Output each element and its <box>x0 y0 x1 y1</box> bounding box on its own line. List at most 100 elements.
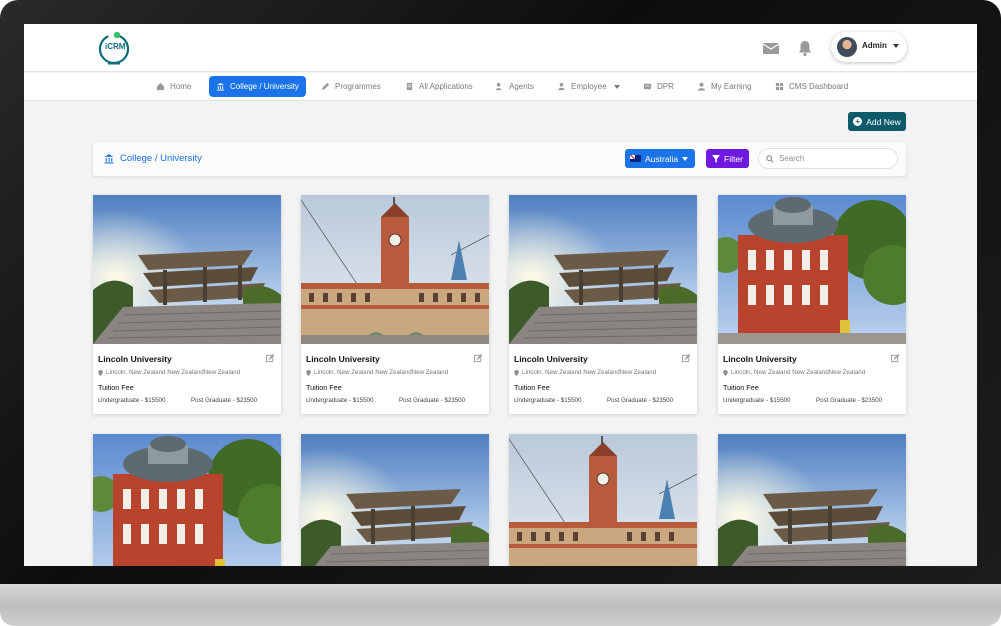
clock-tower-image <box>509 434 697 566</box>
edit-icon[interactable] <box>474 354 483 363</box>
university-location: Lincoln, New Zealand New ZealandNew Zeal… <box>306 369 448 376</box>
undergraduate-fee: Undergraduate - $15500 <box>98 397 166 404</box>
app-screen: iCRM Admin Home College / University Pro… <box>24 24 977 566</box>
nav-item-label: CMS Dashboard <box>789 82 849 91</box>
pen-icon <box>321 82 330 91</box>
user-name: Admin <box>862 41 887 50</box>
country-label: Australia <box>645 153 679 164</box>
tuition-fee-label: Tuition Fee <box>514 383 550 392</box>
location-pin-icon <box>514 369 519 376</box>
chevron-down-icon <box>893 44 899 48</box>
nav-item-dpr[interactable]: DPR <box>636 76 681 97</box>
dashboard-icon <box>775 82 784 91</box>
search-icon <box>766 154 774 163</box>
nav-item-label: Programmes <box>335 82 381 91</box>
location-text: Lincoln, New Zealand New ZealandNew Zeal… <box>522 369 657 376</box>
nav-item-college-university[interactable]: College / University <box>209 76 306 97</box>
avatar <box>837 37 857 57</box>
add-new-label: Add New <box>866 116 901 127</box>
page-title: College / University <box>103 153 202 164</box>
nav-item-label: Home <box>170 82 192 91</box>
red-theatre-image <box>718 195 906 344</box>
nav-item-my-earning[interactable]: My Earning <box>690 76 758 97</box>
university-card[interactable] <box>718 434 906 566</box>
agent-icon <box>495 82 502 91</box>
location-pin-icon <box>98 369 103 376</box>
search-box[interactable] <box>759 149 897 168</box>
university-card[interactable]: Lincoln University Lincoln, New Zealand … <box>509 195 697 414</box>
user-icon <box>697 82 706 91</box>
logo-text: iCRM <box>105 42 126 51</box>
chevron-down-icon <box>613 84 620 89</box>
card-body: Lincoln University Lincoln, New Zealand … <box>301 344 489 414</box>
list-toolbar: College / University Australia Filter <box>93 142 906 176</box>
postgraduate-fee: Post Graduate - $23500 <box>816 397 883 404</box>
university-name[interactable]: Lincoln University <box>306 354 380 364</box>
search-input[interactable] <box>779 154 889 163</box>
filter-label: Filter <box>724 153 743 164</box>
edit-icon[interactable] <box>682 354 691 363</box>
undergraduate-fee: Undergraduate - $15500 <box>514 397 582 404</box>
red-theatre-image <box>93 434 281 566</box>
nav-item-label: DPR <box>657 82 674 91</box>
university-card[interactable]: Lincoln University Lincoln, New Zealand … <box>718 195 906 414</box>
plus-icon: + <box>853 117 863 126</box>
university-name[interactable]: Lincoln University <box>98 354 172 364</box>
tuition-fee-label: Tuition Fee <box>98 383 134 392</box>
undergraduate-fee: Undergraduate - $15500 <box>306 397 374 404</box>
australia-flag-icon <box>630 155 641 162</box>
university-card[interactable]: Lincoln University Lincoln, New Zealand … <box>93 195 281 414</box>
document-icon <box>406 82 413 91</box>
card-body: Lincoln University Lincoln, New Zealand … <box>93 344 281 414</box>
clock-tower-image <box>301 195 489 344</box>
university-card[interactable] <box>509 434 697 566</box>
nav-item-employee[interactable]: Employee <box>550 76 627 97</box>
university-location: Lincoln, New Zealand New ZealandNew Zeal… <box>98 369 240 376</box>
monitor-chin <box>0 584 1001 626</box>
edit-icon[interactable] <box>891 354 900 363</box>
bell-icon[interactable] <box>795 38 815 58</box>
university-icon <box>216 82 225 91</box>
nav-item-home[interactable]: Home <box>149 76 198 97</box>
dpr-icon <box>643 83 652 90</box>
filter-button[interactable]: Filter <box>706 149 749 168</box>
nav-item-programmes[interactable]: Programmes <box>314 76 388 97</box>
university-name[interactable]: Lincoln University <box>723 354 797 364</box>
employee-icon <box>558 82 565 91</box>
university-location: Lincoln, New Zealand New ZealandNew Zeal… <box>514 369 656 376</box>
university-card[interactable]: Lincoln University Lincoln, New Zealand … <box>301 195 489 414</box>
location-text: Lincoln, New Zealand New ZealandNew Zeal… <box>314 369 449 376</box>
filter-icon <box>712 154 721 163</box>
nav-item-cms-dashboard[interactable]: CMS Dashboard <box>768 76 855 97</box>
user-menu[interactable]: Admin <box>831 32 907 62</box>
card-body: Lincoln University Lincoln, New Zealand … <box>509 344 697 414</box>
nav-item-label: All Applications <box>419 82 473 91</box>
university-card[interactable] <box>93 434 281 566</box>
mail-icon[interactable] <box>761 38 781 58</box>
main-nav: Home College / University Programmes All… <box>24 73 977 101</box>
postgraduate-fee: Post Graduate - $23500 <box>607 397 674 404</box>
location-pin-icon <box>306 369 311 376</box>
modern-building-image <box>93 195 281 344</box>
nav-item-label: Employee <box>571 82 607 91</box>
location-pin-icon <box>723 369 728 376</box>
tuition-fee-label: Tuition Fee <box>723 383 759 392</box>
modern-building-image <box>509 195 697 344</box>
add-new-button[interactable]: + Add New <box>848 112 906 131</box>
undergraduate-fee: Undergraduate - $15500 <box>723 397 791 404</box>
nav-item-label: My Earning <box>711 82 752 91</box>
chevron-down-icon <box>682 156 689 161</box>
modern-building-image <box>718 434 906 566</box>
nav-item-all-applications[interactable]: All Applications <box>398 76 480 97</box>
country-select[interactable]: Australia <box>625 149 695 168</box>
page-title-text: College / University <box>120 153 202 164</box>
top-bar: iCRM Admin <box>24 24 977 72</box>
card-body: Lincoln University Lincoln, New Zealand … <box>718 344 906 414</box>
university-card[interactable] <box>301 434 489 566</box>
postgraduate-fee: Post Graduate - $23500 <box>399 397 466 404</box>
university-name[interactable]: Lincoln University <box>514 354 588 364</box>
edit-icon[interactable] <box>266 354 275 363</box>
nav-item-label: College / University <box>230 82 299 91</box>
nav-item-agents[interactable]: Agents <box>488 76 541 97</box>
modern-building-image <box>301 434 489 566</box>
